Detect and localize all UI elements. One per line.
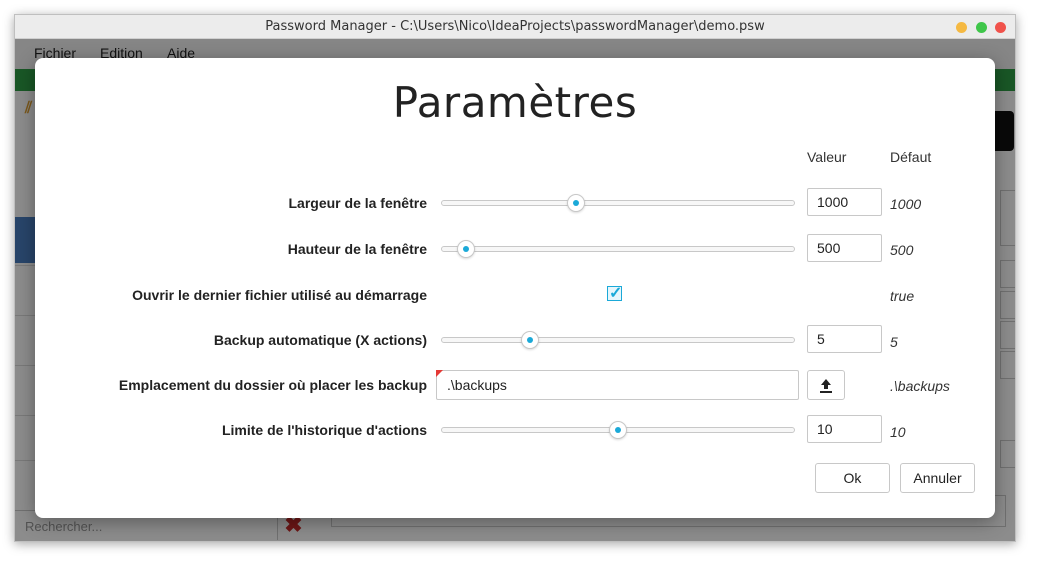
window-width-label: Largeur de la fenêtre xyxy=(288,195,428,211)
minimize-button[interactable] xyxy=(956,22,967,33)
slider-track xyxy=(441,337,795,343)
open-last-file-checkbox[interactable]: ✓ xyxy=(607,285,623,302)
auto-backup-slider[interactable] xyxy=(441,330,795,350)
open-last-file-label: Ouvrir le dernier fichier utilisé au dém… xyxy=(132,287,427,303)
history-limit-label: Limite de l'historique d'actions xyxy=(221,422,427,438)
auto-backup-input[interactable] xyxy=(807,325,882,353)
slider-thumb[interactable] xyxy=(520,331,539,349)
close-window-button[interactable] xyxy=(995,22,1006,33)
ok-button[interactable]: Ok xyxy=(815,463,890,493)
backup-folder-input[interactable] xyxy=(436,370,799,400)
settings-dialog: Paramètres Valeur Défaut Largeur de la f… xyxy=(35,58,995,518)
window-height-slider[interactable] xyxy=(441,239,795,259)
dialog-title: Paramètres xyxy=(392,78,638,127)
window-height-label: Hauteur de la fenêtre xyxy=(287,241,427,257)
upload-icon xyxy=(820,379,832,393)
window-width-input[interactable] xyxy=(807,188,882,216)
open-last-file-default: true xyxy=(890,288,915,304)
default-column-header: Défaut xyxy=(890,149,932,165)
cancel-button[interactable]: Annuler xyxy=(900,463,975,493)
window-height-input[interactable] xyxy=(807,234,882,262)
backup-folder-label: Emplacement du dossier où placer les bac… xyxy=(118,377,427,393)
slider-thumb[interactable] xyxy=(456,240,475,258)
history-limit-default: 10 xyxy=(890,424,906,440)
auto-backup-default: 5 xyxy=(890,334,898,350)
window-title: Password Manager - C:\Users\Nico\IdeaPro… xyxy=(265,19,765,34)
browse-folder-button[interactable] xyxy=(807,370,845,400)
window-width-default: 1000 xyxy=(890,196,922,212)
slider-thumb[interactable] xyxy=(566,194,585,212)
slider-thumb[interactable] xyxy=(609,421,627,439)
history-limit-slider[interactable] xyxy=(441,420,795,440)
check-icon: ✓ xyxy=(609,285,623,302)
maximize-button[interactable] xyxy=(976,22,987,33)
slider-track xyxy=(441,246,795,252)
value-column-header: Valeur xyxy=(807,149,847,165)
title-bar[interactable]: Password Manager - C:\Users\Nico\IdeaPro… xyxy=(15,15,1015,39)
auto-backup-label: Backup automatique (X actions) xyxy=(213,332,427,348)
window-width-slider[interactable] xyxy=(441,193,795,213)
history-limit-input[interactable] xyxy=(807,415,882,443)
window-height-default: 500 xyxy=(890,242,914,258)
validation-flag-icon xyxy=(436,370,443,377)
backup-folder-default: .\backups xyxy=(890,378,950,394)
slider-track xyxy=(441,200,795,206)
